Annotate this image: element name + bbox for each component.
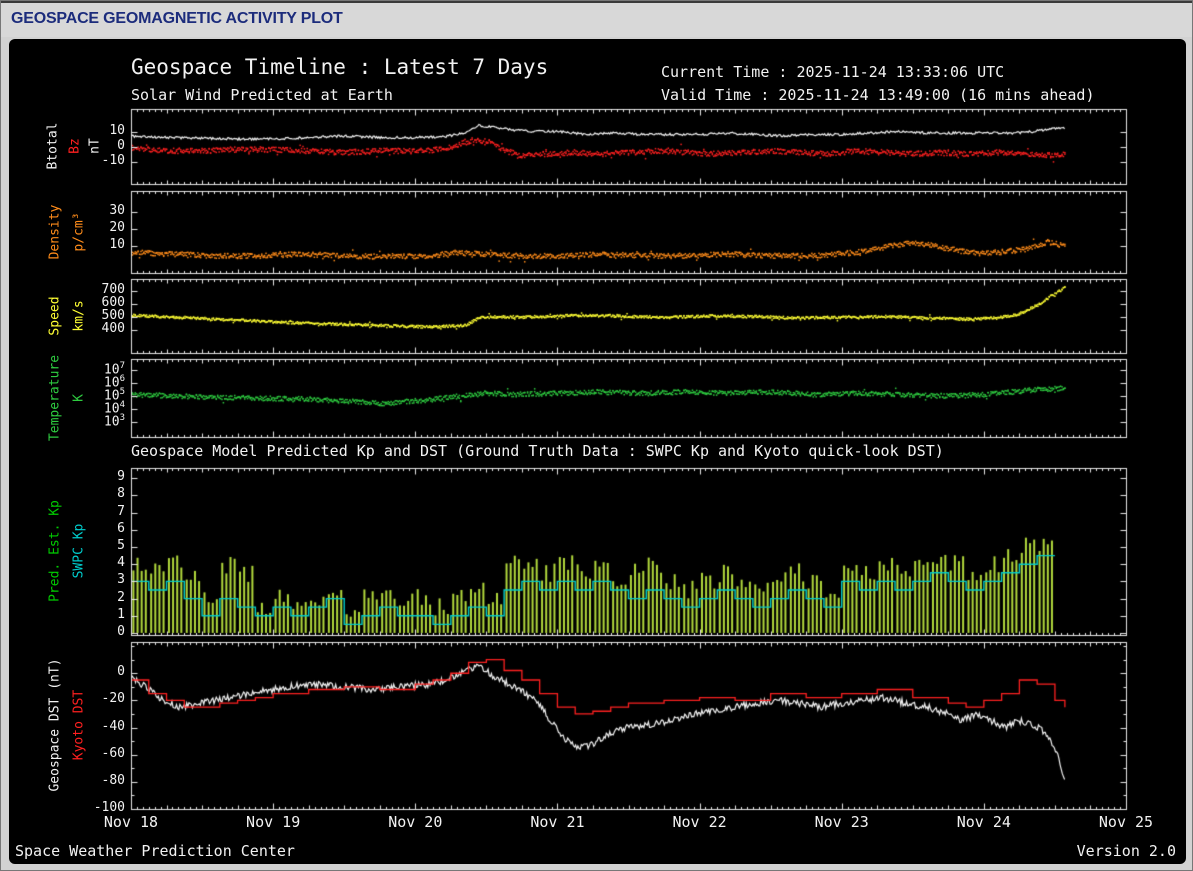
footer-version: Version 2.0 xyxy=(1076,842,1176,860)
page-title: GEOSPACE GEOMAGNETIC ACTIVITY PLOT xyxy=(11,10,343,27)
y-tick-label: 10 xyxy=(109,237,125,252)
y-axis-label-geospace-dst: Geospace DST (nT) xyxy=(47,658,63,792)
y-tick-label: 30 xyxy=(109,203,125,218)
y-tick-label: 1 xyxy=(117,607,125,622)
y-tick-label: -10 xyxy=(101,153,125,168)
solar-wind-subtitle: Solar Wind Predicted at Earth xyxy=(131,86,393,104)
y-tick-label: 5 xyxy=(117,538,125,553)
y-tick-label: 8 xyxy=(117,486,125,501)
y-tick-label: 9 xyxy=(117,469,125,484)
section2-title: Geospace Model Predicted Kp and DST (Gro… xyxy=(131,442,944,460)
x-axis-label: Nov 18 xyxy=(103,813,159,831)
current-time-label: Current Time : 2025-11-24 13:33:06 UTC xyxy=(661,63,1005,81)
y-tick-label: 0 xyxy=(117,138,125,153)
y-tick-label: 4 xyxy=(117,555,125,570)
y-tick-label: 400 xyxy=(101,321,125,336)
y-tick-label: 6 xyxy=(117,521,125,536)
y-axis-label-speed: Speed xyxy=(47,296,63,336)
y-tick-label: 20 xyxy=(109,220,125,235)
x-axis-label: Nov 22 xyxy=(672,813,727,831)
y-tick-label: -60 xyxy=(101,746,125,761)
x-axis-label: Nov 23 xyxy=(814,813,869,831)
valid-time-label: Valid Time : 2025-11-24 13:49:00 (16 min… xyxy=(661,86,1095,104)
x-axis-label: Nov 19 xyxy=(246,813,301,831)
x-axis-label: Nov 24 xyxy=(956,813,1011,831)
chart-title: Geospace Timeline : Latest 7 Days xyxy=(131,55,549,79)
page: GEOSPACE GEOMAGNETIC ACTIVITY PLOT Geosp… xyxy=(0,0,1193,871)
y-tick-label: 0 xyxy=(117,624,125,639)
y-axis-label-density: Density xyxy=(47,204,63,260)
header-bar: GEOSPACE GEOMAGNETIC ACTIVITY PLOT xyxy=(1,1,1192,37)
x-axis-label: Nov 25 xyxy=(1098,813,1154,831)
y-tick-label: -80 xyxy=(101,773,125,788)
y-tick-label: 7 xyxy=(117,504,125,519)
x-axis-label: Nov 21 xyxy=(530,813,585,831)
y-tick-label: -20 xyxy=(101,691,125,706)
y-tick-label: 2 xyxy=(117,590,125,605)
y-tick-label: 0 xyxy=(117,664,125,679)
y-tick-label: -40 xyxy=(101,719,125,734)
y-tick-label: 10 xyxy=(109,123,125,138)
y-tick-label: 3 xyxy=(117,572,125,587)
y-axis-label-pred-kp: Pred. Est. Kp xyxy=(47,500,63,602)
plot-area: Geospace Timeline : Latest 7 Days Curren… xyxy=(9,39,1186,864)
x-axis-label: Nov 20 xyxy=(388,813,443,831)
y-tick-label: 103 xyxy=(103,413,125,430)
y-axis-label-temperature: Temperature xyxy=(47,354,63,442)
y-axis-label-btotal: Btotal xyxy=(45,122,61,170)
footer-credit: Space Weather Prediction Center xyxy=(15,842,295,860)
